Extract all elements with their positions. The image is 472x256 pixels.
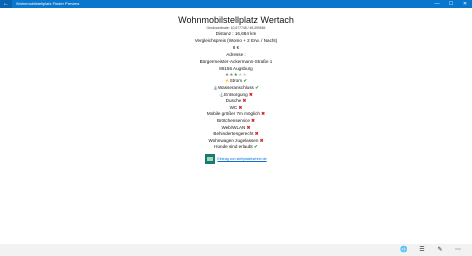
window-title: Wohnmobilstellplatz Finder Preview	[16, 1, 80, 6]
feature-item: Wohnwagen zugelassen ✖	[0, 138, 472, 145]
feature-label: Wohnwagen zugelassen	[208, 137, 259, 143]
more-icon[interactable]: ⋯	[454, 246, 462, 254]
close-button[interactable]: ✕	[458, 0, 472, 8]
cross-icon: ✖	[245, 124, 251, 130]
star-icon: ★	[242, 72, 248, 78]
cross-icon: ✖	[253, 131, 259, 137]
back-button[interactable]: ←	[0, 0, 12, 8]
feature-item: Dusche ✖	[0, 98, 472, 105]
place-title: Wohnmobilstellplatz Wertach	[178, 15, 294, 25]
feature-item: ⚡Strom ✔	[0, 78, 472, 85]
distance: Distanz : 16,684 km	[215, 31, 257, 36]
feature-label: Wasseranschluss	[218, 85, 254, 91]
street: Bürgermeister-Ackermann-Straße 1	[199, 58, 273, 64]
check-icon: ✔	[252, 144, 258, 150]
window-controls: — ☐ ✕	[430, 0, 472, 8]
list-icon[interactable]: ☰	[418, 246, 426, 254]
feature-item: ⛲Wasseranschluss ✔	[0, 85, 472, 92]
edit-icon[interactable]: ✎	[436, 246, 444, 254]
check-icon: ✔	[253, 85, 259, 91]
cross-icon: ✖	[258, 137, 264, 143]
cross-icon: ✖	[249, 118, 256, 123]
feature-label: Dusche	[225, 98, 242, 104]
feature-label: Brötchenservice	[216, 118, 250, 123]
feature-item: Brötchenservice ✖	[0, 118, 472, 125]
cross-icon: ✖	[237, 104, 243, 110]
price: 8 €	[232, 44, 240, 50]
feature-item: Hunde sind erlaubt ✔	[0, 144, 472, 151]
globe-icon[interactable]: 🌐	[400, 246, 408, 254]
cross-icon: ✖	[241, 98, 247, 104]
feature-label: Hunde sind erlaubt	[214, 144, 253, 150]
feature-item: Mobile größer 7m möglich ✖	[0, 111, 472, 118]
price-label: Vergleichspreis (Womo + 2 Erw. / Nacht)	[194, 37, 278, 43]
cross-icon: ✖	[247, 91, 253, 97]
feature-item: Web/WLAN ✖	[0, 125, 472, 132]
address-label: Adresse :	[226, 51, 246, 57]
back-arrow-icon: ←	[3, 1, 9, 7]
place-details: Wohnmobilstellplatz Wertach Geokoordinat…	[0, 14, 472, 164]
cross-icon: ✖	[259, 111, 266, 117]
feature-label: Strom	[229, 78, 243, 84]
source-link[interactable]: Eintrag von stellplatzfuehrer.de	[217, 157, 266, 161]
minimize-button[interactable]: —	[430, 0, 444, 8]
feature-label: Behindertengerecht	[213, 131, 254, 137]
feature-label: Entsorgung	[224, 91, 248, 97]
feature-item: Behindertengerecht ✖	[0, 131, 472, 138]
feature-item: WC ✖	[0, 105, 472, 112]
title-bar: ← Wohnmobilstellplatz Finder Preview — ☐…	[0, 0, 472, 8]
app-bar: 🌐 ☰ ✎ ⋯	[0, 244, 472, 256]
source-logo-icon	[205, 153, 216, 164]
source-row: Eintrag von stellplatzfuehrer.de	[0, 153, 472, 164]
check-icon: ✔	[242, 78, 248, 84]
maximize-button[interactable]: ☐	[444, 0, 458, 8]
feature-label: Mobile größer 7m möglich	[206, 111, 260, 117]
features-list: ⚡Strom ✔ ⛲Wasseranschluss ✔ ⚓Entsorgung ✖ D…	[0, 78, 472, 151]
feature-item: ⚓Entsorgung ✖	[0, 92, 472, 99]
feature-label: Web/WLAN	[221, 124, 246, 130]
app-bar-icons: 🌐 ☰ ✎ ⋯	[400, 246, 462, 254]
city: 86156 Augsburg	[219, 65, 253, 71]
